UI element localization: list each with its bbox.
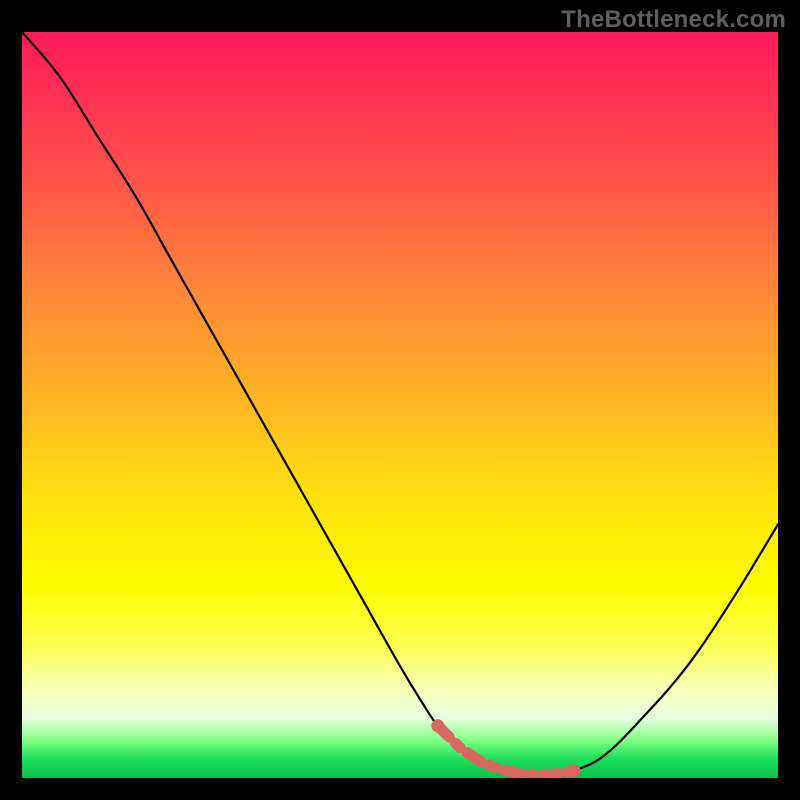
optimal-range-markers [438,726,574,774]
watermark-text: TheBottleneck.com [561,6,786,34]
chart-stage: TheBottleneck.com [0,0,800,800]
bottleneck-curve [22,32,778,775]
marker-dot [567,764,580,777]
marker-dot [431,719,444,732]
curve-layer [22,32,778,778]
plot-area [22,32,778,778]
